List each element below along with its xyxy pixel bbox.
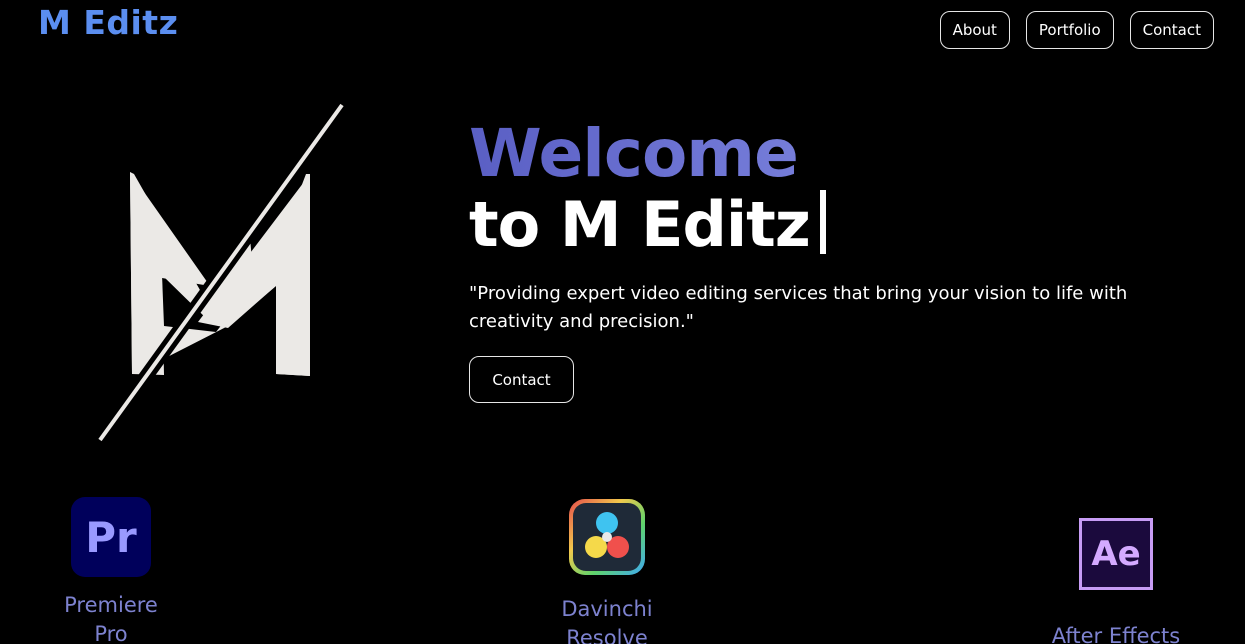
tool-label-after-effects: After Effects [1051,624,1181,644]
tool-after-effects: Ae After Effects [1048,518,1184,644]
main-nav: About Portfolio Contact [939,11,1214,49]
tool-premiere-pro: Pr Premiere Pro [61,497,161,644]
nav-about-button[interactable]: About [939,11,1010,49]
typing-cursor [819,190,826,254]
premiere-pro-icon: Pr [71,497,151,577]
nav-portfolio-button[interactable]: Portfolio [1025,11,1114,49]
brand-logo-text[interactable]: M Editz [38,2,178,44]
tool-label-davinci-resolve: Davinchi Resolve [561,597,653,644]
hero-subtitle-heading: to M Editz [469,190,1189,260]
nav-contact-button[interactable]: Contact [1129,11,1214,49]
hero-tagline: "Providing expert video editing services… [469,283,1128,332]
hero-welcome-heading: Welcome [469,118,1189,190]
m-logo-graphic [94,100,348,445]
davinci-resolve-icon [569,499,645,575]
tool-davinci-resolve: Davinchi Resolve [547,497,667,644]
page: M Editz About Portfolio Contact Welcome … [0,0,1245,644]
after-effects-icon: Ae [1079,518,1153,590]
hero-subtitle-text: to M Editz [469,188,811,261]
tool-label-premiere-pro: Premiere Pro [64,593,158,644]
hero-contact-button[interactable]: Contact [469,356,574,403]
hero-section: Welcome to M Editz "Providing expert vid… [469,118,1189,403]
